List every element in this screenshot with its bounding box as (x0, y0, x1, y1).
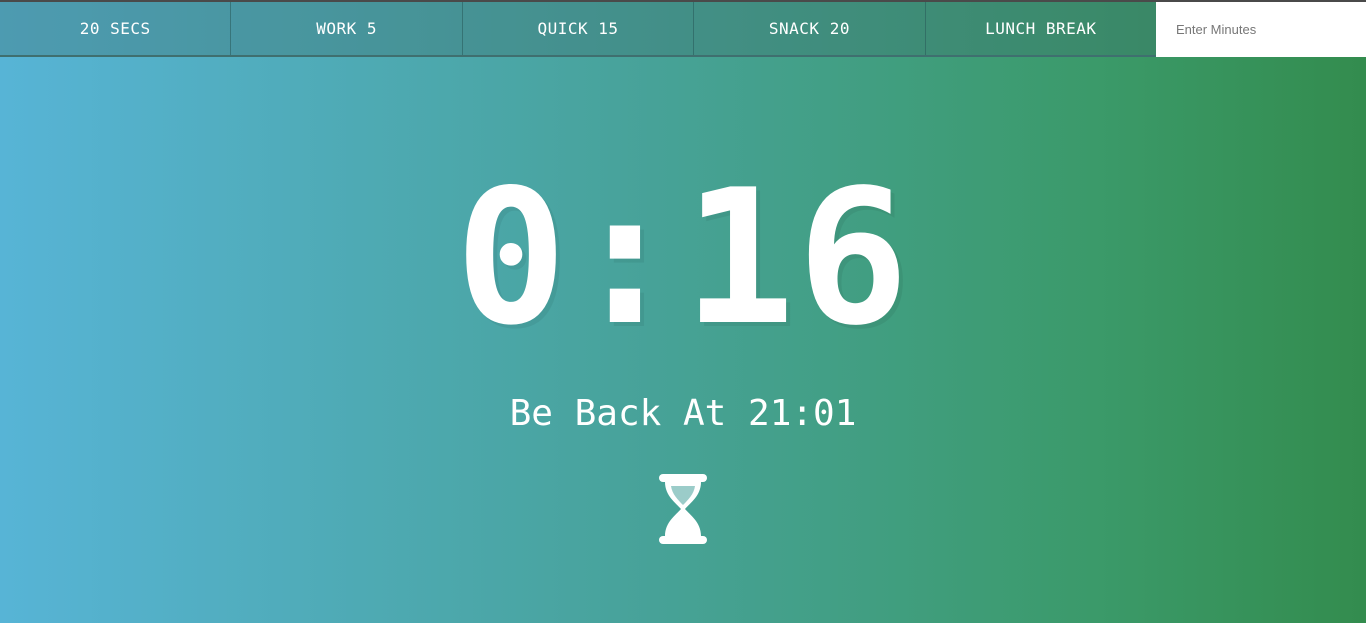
preset-20-secs-button[interactable]: 20 SECS (0, 2, 232, 55)
preset-quick-15-button[interactable]: QUICK 15 (462, 2, 695, 55)
hourglass-icon (659, 474, 707, 544)
custom-minutes-input[interactable] (1156, 2, 1366, 57)
preset-work-5-button[interactable]: WORK 5 (231, 2, 463, 55)
end-time: Be Back At 21:01 (509, 393, 857, 434)
countdown-display: 0:16 (0, 160, 1366, 356)
time-left: 0:16 (455, 149, 911, 366)
timer-controls: 20 SECS WORK 5 QUICK 15 SNACK 20 LUNCH B… (0, 0, 1366, 57)
preset-lunch-break-button[interactable]: LUNCH BREAK (925, 2, 1157, 55)
preset-buttons: 20 SECS WORK 5 QUICK 15 SNACK 20 LUNCH B… (0, 2, 1157, 57)
preset-snack-20-button[interactable]: SNACK 20 (694, 2, 926, 55)
